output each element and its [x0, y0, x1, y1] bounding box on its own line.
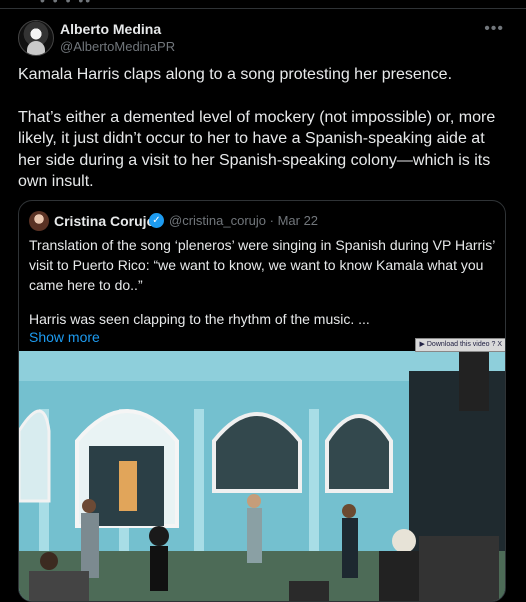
quote-paragraph: Harris was seen clapping to the rhythm o… — [29, 311, 370, 327]
show-more-link[interactable]: Show more — [29, 329, 100, 345]
quoted-tweet[interactable]: Cristina Corujo ✓ @cristina_corujo · Mar… — [18, 200, 506, 602]
tweet-text: Kamala Harris claps along to a song prot… — [18, 64, 498, 214]
previous-post-strip: • • • •• — [0, 0, 526, 9]
quote-handle-date[interactable]: @cristina_corujo · Mar 22 — [169, 213, 318, 228]
download-label: Download this video — [426, 341, 490, 348]
tweet-paragraph: That’s either a demented level of mocker… — [18, 108, 496, 191]
quote-avatar[interactable] — [29, 211, 49, 231]
quote-author-name[interactable]: Cristina Corujo — [54, 213, 155, 229]
video-thumbnail[interactable] — [19, 351, 505, 601]
video-scene — [19, 351, 505, 601]
author-name[interactable]: Alberto Medina — [60, 21, 161, 37]
previous-post-actions: • • • •• — [40, 0, 93, 8]
verified-icon: ✓ — [149, 213, 164, 228]
play-icon: ▶ — [419, 341, 425, 348]
download-video-button[interactable]: ▶ Download this video ? X — [414, 338, 505, 352]
quote-text: Translation of the song ‘pleneros’ were … — [29, 235, 495, 343]
quote-paragraph: Translation of the song ‘pleneros’ were … — [29, 237, 495, 293]
author-handle[interactable]: @AlbertoMedinaPR — [60, 39, 175, 54]
tweet-paragraph: Kamala Harris claps along to a song prot… — [18, 66, 453, 83]
more-options-icon[interactable]: ••• — [484, 20, 504, 38]
help-close-icons[interactable]: ? X — [491, 341, 502, 348]
avatar[interactable] — [18, 20, 54, 56]
